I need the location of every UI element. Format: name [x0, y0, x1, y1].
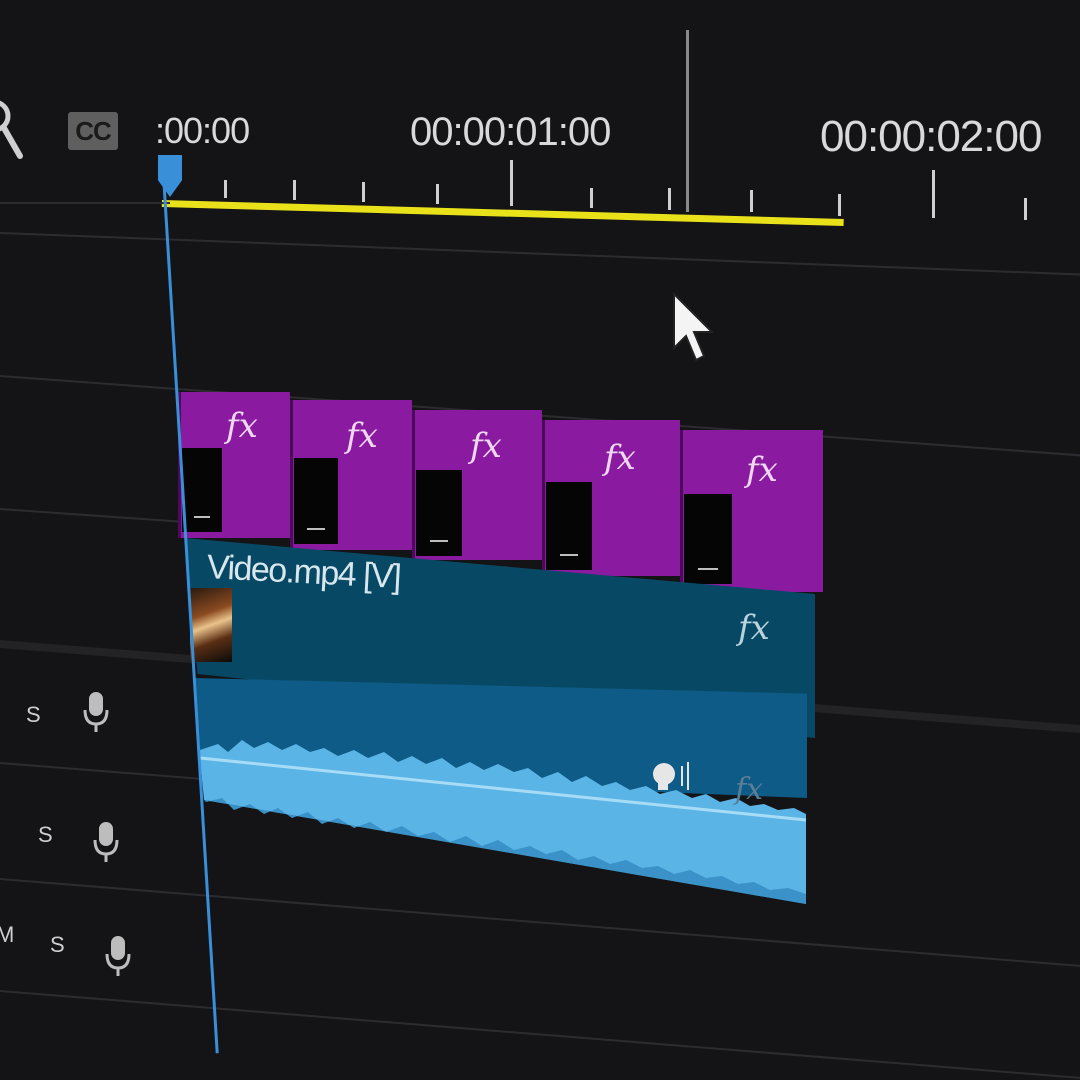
fx-badge: fx [735, 772, 764, 807]
solo-button[interactable]: S [26, 702, 41, 728]
fx-badge: fx [738, 608, 770, 648]
ruler-tick [362, 182, 365, 202]
fx-badge: fx [226, 406, 258, 446]
fx-badge: fx [470, 426, 502, 466]
clip-thumbnail [294, 458, 338, 544]
microphone-icon[interactable] [92, 820, 120, 866]
audio-waveform [199, 740, 807, 904]
fx-badge: fx [604, 438, 636, 478]
microphone-icon[interactable] [104, 934, 132, 980]
track-divider [0, 202, 170, 204]
ruler-tick [668, 188, 671, 210]
clip-thumbnail [416, 470, 462, 556]
solo-button[interactable]: S [50, 932, 65, 958]
speech-enhance-icon[interactable] [650, 760, 696, 792]
ruler-tick [510, 160, 513, 206]
ruler-timecode: :00:00 [155, 110, 250, 151]
track-divider [0, 232, 1080, 277]
mute-button[interactable]: M [0, 922, 14, 948]
ruler-tick [436, 184, 439, 204]
ruler-tick [686, 30, 689, 212]
track-divider [0, 508, 190, 524]
ruler-tick [750, 190, 753, 212]
microphone-icon[interactable] [82, 690, 110, 736]
ruler-timecode: 00:00:02:00 [820, 112, 1042, 161]
playhead-marker-icon[interactable] [158, 155, 182, 197]
audio-track-header: S [0, 690, 180, 780]
clip-thumbnail [546, 482, 592, 570]
ruler-tick [224, 180, 227, 198]
mouse-pointer-icon [673, 292, 715, 362]
solo-button[interactable]: S [38, 822, 53, 848]
audio-track-header: S [0, 808, 180, 898]
ruler-tick [590, 188, 593, 208]
ruler-tick [838, 194, 841, 216]
ruler-timecode: 00:00:01:00 [410, 110, 611, 154]
audio-track-header: M S [0, 920, 180, 1010]
clip-thumbnail [684, 494, 732, 584]
magnifier-icon[interactable] [0, 100, 28, 162]
ruler-tick [1024, 198, 1027, 220]
video-thumbnail [190, 588, 232, 662]
clip-thumbnail [182, 448, 222, 532]
timeline-panel: CC :00:00 00:00:01:00 00:00:02:00 S S M … [0, 0, 1080, 1080]
ruler-tick [293, 180, 296, 200]
captions-button[interactable]: CC [68, 112, 118, 150]
fx-badge: fx [746, 450, 778, 490]
ruler-tick [932, 170, 935, 218]
work-area-bar[interactable] [161, 200, 844, 227]
fx-badge: fx [346, 416, 378, 456]
